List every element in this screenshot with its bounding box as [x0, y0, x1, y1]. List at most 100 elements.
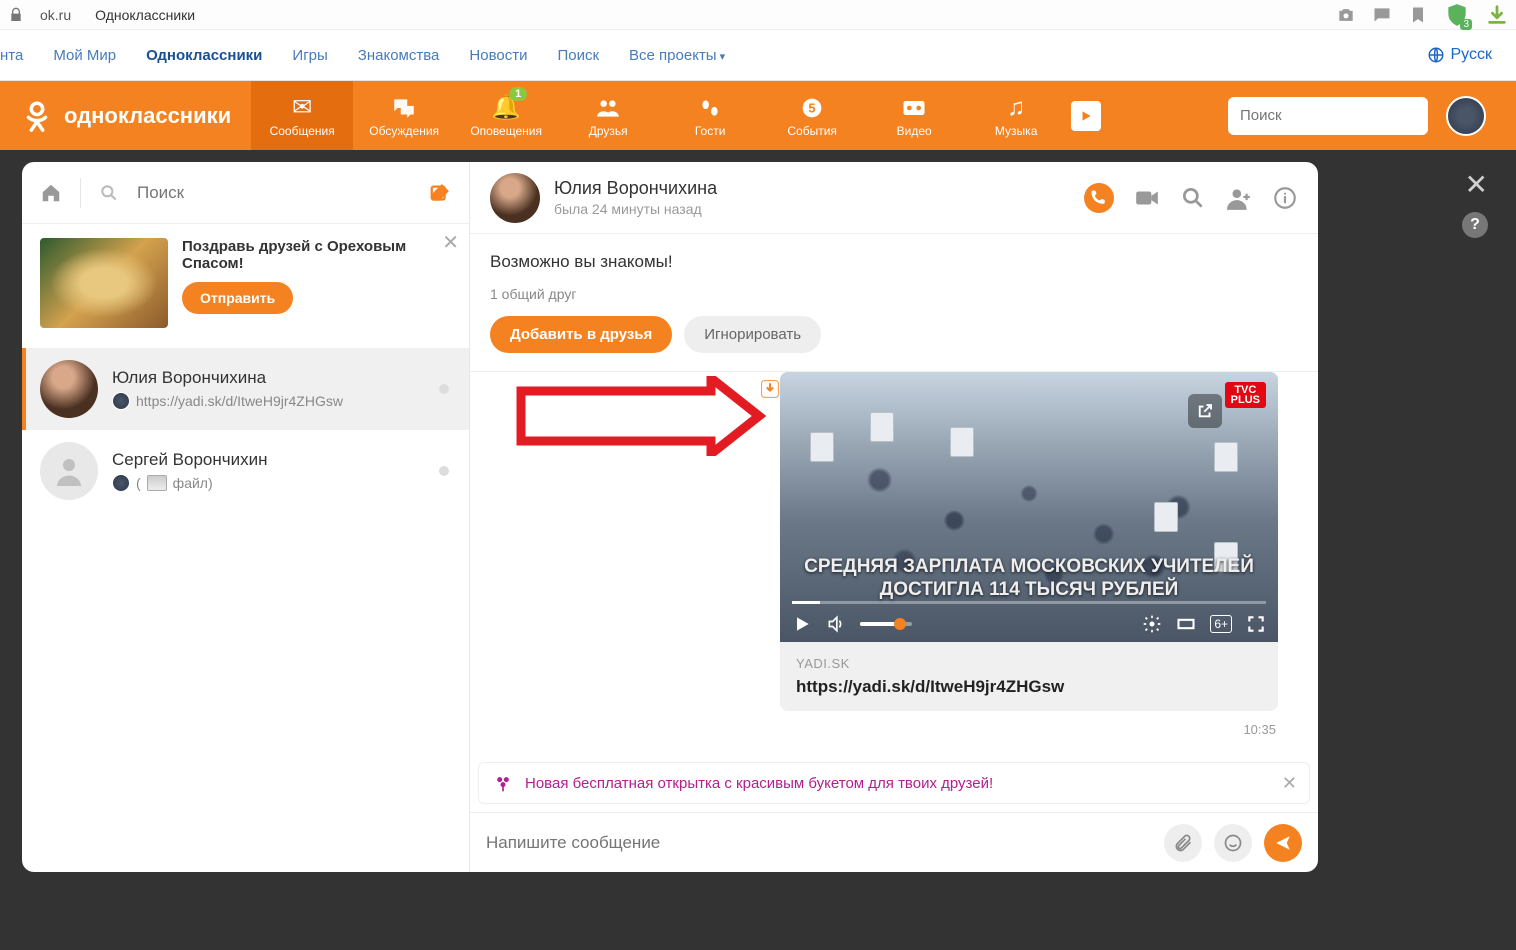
help-icon[interactable]: ? [1462, 212, 1488, 238]
open-external-icon[interactable] [1188, 394, 1222, 428]
nav-item[interactable]: нта [0, 47, 23, 64]
chat-preview: https://yadi.sk/d/ItweH9jr4ZHGsw [136, 393, 343, 409]
suggestion-subtitle: 1 общий друг [490, 286, 1298, 302]
promo-send-button[interactable]: Отправить [182, 282, 293, 314]
tab-friends[interactable]: Друзья [557, 81, 659, 150]
last-seen-text: была 24 минуты назад [554, 201, 717, 217]
promo-text: Поздравь друзей с Ореховым Спасом! [182, 238, 451, 272]
file-icon [147, 475, 167, 491]
info-icon[interactable] [1272, 185, 1298, 211]
hint-close-icon[interactable]: ✕ [1282, 773, 1297, 794]
play-icon[interactable] [792, 614, 812, 634]
friend-suggestion-block: Возможно вы знакомы! 1 общий друг Добави… [470, 234, 1318, 372]
compose-icon[interactable] [429, 182, 451, 204]
emoji-button[interactable] [1214, 824, 1252, 862]
language-selector[interactable]: Русск [1427, 46, 1493, 64]
video-player[interactable]: PLUS СРЕДНЯЯ ЗАРПЛАТА МОСКОВСКИХ УЧИТЕЛЕ… [780, 372, 1278, 642]
bookmark-icon[interactable] [1408, 5, 1428, 25]
volume-icon[interactable] [826, 614, 846, 634]
ignore-button[interactable]: Игнорировать [684, 316, 821, 353]
chat-name: Юлия Ворончихина [112, 368, 451, 388]
search-icon[interactable] [1180, 185, 1206, 211]
promo-close-icon[interactable]: ✕ [442, 230, 459, 255]
channel-badge: PLUS [1225, 382, 1266, 408]
send-button[interactable] [1264, 824, 1302, 862]
download-badge-icon[interactable] [760, 379, 780, 399]
camera-icon[interactable] [1336, 5, 1356, 25]
status-dot [439, 466, 449, 476]
chat-sidebar: ✕ Поздравь друзей с Ореховым Спасом! Отп… [22, 162, 470, 872]
add-user-icon[interactable] [1226, 185, 1252, 211]
annotation-arrow [516, 376, 766, 461]
video-caption: СРЕДНЯЯ ЗАРПЛАТА МОСКОВСКИХ УЧИТЕЛЕЙ ДОС… [792, 555, 1266, 603]
home-icon[interactable] [40, 182, 62, 204]
play-button[interactable] [1071, 101, 1101, 131]
chat-list-item[interactable]: Юлия Ворончихина https://yadi.sk/d/ItweH… [22, 348, 469, 430]
volume-slider[interactable] [860, 622, 912, 626]
compose-bar [470, 812, 1318, 872]
site-logo[interactable]: одноклассники [0, 81, 251, 150]
user-avatar[interactable] [1446, 96, 1486, 136]
chat-preview: файл) [173, 475, 213, 491]
chat-avatar [40, 360, 98, 418]
tab-music[interactable]: ♫Музыка [965, 81, 1067, 150]
promo-card: ✕ Поздравь друзей с Ореховым Спасом! Отп… [22, 224, 469, 348]
suggestion-title: Возможно вы знакомы! [490, 252, 1298, 272]
header-search-input[interactable] [1240, 107, 1439, 124]
ok-logo-icon [20, 99, 54, 133]
conversation-panel: Юлия Ворончихина была 24 минуты назад Во… [470, 162, 1318, 872]
top-navigation: нта Мой Мир Одноклассники Игры Знакомств… [0, 30, 1516, 81]
chat-name: Сергей Ворончихин [112, 450, 451, 470]
globe-icon [1427, 46, 1445, 64]
attach-button[interactable] [1164, 824, 1202, 862]
theater-icon[interactable] [1176, 614, 1196, 634]
chat-list-item[interactable]: Сергей Ворончихин (файл) [22, 430, 469, 512]
call-icon[interactable] [1084, 183, 1114, 213]
header-search[interactable] [1228, 97, 1428, 135]
sidebar-search-input[interactable] [137, 183, 411, 203]
chat-icon[interactable] [1372, 5, 1392, 25]
nav-item[interactable]: Новости [469, 47, 527, 64]
tab-video[interactable]: Видео [863, 81, 965, 150]
messages-area: PLUS СРЕДНЯЯ ЗАРПЛАТА МОСКОВСКИХ УЧИТЕЛЕ… [470, 372, 1318, 762]
hint-banner[interactable]: Новая бесплатная открытка с красивым бук… [478, 762, 1310, 804]
nav-item[interactable]: Знакомства [358, 47, 440, 64]
quality-badge[interactable]: 6+ [1210, 615, 1232, 633]
browser-address-bar: ok.ru Одноклассники 3 [0, 0, 1516, 30]
nav-item[interactable]: Поиск [557, 47, 599, 64]
chat-avatar [40, 442, 98, 500]
sender-avatar-icon [112, 392, 130, 410]
close-icon[interactable]: ✕ [1465, 168, 1488, 201]
sender-avatar-icon [112, 474, 130, 492]
main-header: одноклассники ✉Сообщения Обсуждения 1🔔Оп… [0, 81, 1516, 150]
gift-icon [493, 773, 513, 793]
lock-icon [8, 7, 24, 23]
settings-icon[interactable] [1142, 614, 1162, 634]
link-url: https://yadi.sk/d/ItweH9jr4ZHGsw [796, 677, 1262, 697]
message-attachment: PLUS СРЕДНЯЯ ЗАРПЛАТА МОСКОВСКИХ УЧИТЕЛЕ… [780, 372, 1278, 711]
page-title: Одноклассники [95, 7, 195, 23]
tab-notifications[interactable]: 1🔔Оповещения [455, 81, 557, 150]
url-host: ok.ru [40, 7, 71, 23]
nav-item-projects[interactable]: Все проекты [629, 47, 725, 64]
tab-discussions[interactable]: Обсуждения [353, 81, 455, 150]
svg-text:5: 5 [809, 100, 816, 115]
nav-item[interactable]: Мой Мир [53, 47, 116, 64]
promo-image [40, 238, 168, 328]
adblock-shield-icon[interactable]: 3 [1444, 2, 1470, 28]
add-friend-button[interactable]: Добавить в друзья [490, 316, 672, 353]
search-icon [99, 183, 119, 203]
fullscreen-icon[interactable] [1246, 614, 1266, 634]
download-icon[interactable] [1486, 4, 1508, 26]
nav-item[interactable]: Одноклассники [146, 47, 262, 64]
link-host: YADI.SK [796, 656, 1262, 671]
tab-events[interactable]: 5События [761, 81, 863, 150]
messenger-app: ✕ Поздравь друзей с Ореховым Спасом! Отп… [22, 162, 1318, 872]
link-preview[interactable]: YADI.SK https://yadi.sk/d/ItweH9jr4ZHGsw [780, 642, 1278, 711]
tab-messages[interactable]: ✉Сообщения [251, 81, 353, 150]
nav-item[interactable]: Игры [292, 47, 327, 64]
message-input[interactable] [486, 833, 1152, 853]
video-call-icon[interactable] [1134, 185, 1160, 211]
contact-avatar[interactable] [490, 173, 540, 223]
tab-guests[interactable]: Гости [659, 81, 761, 150]
